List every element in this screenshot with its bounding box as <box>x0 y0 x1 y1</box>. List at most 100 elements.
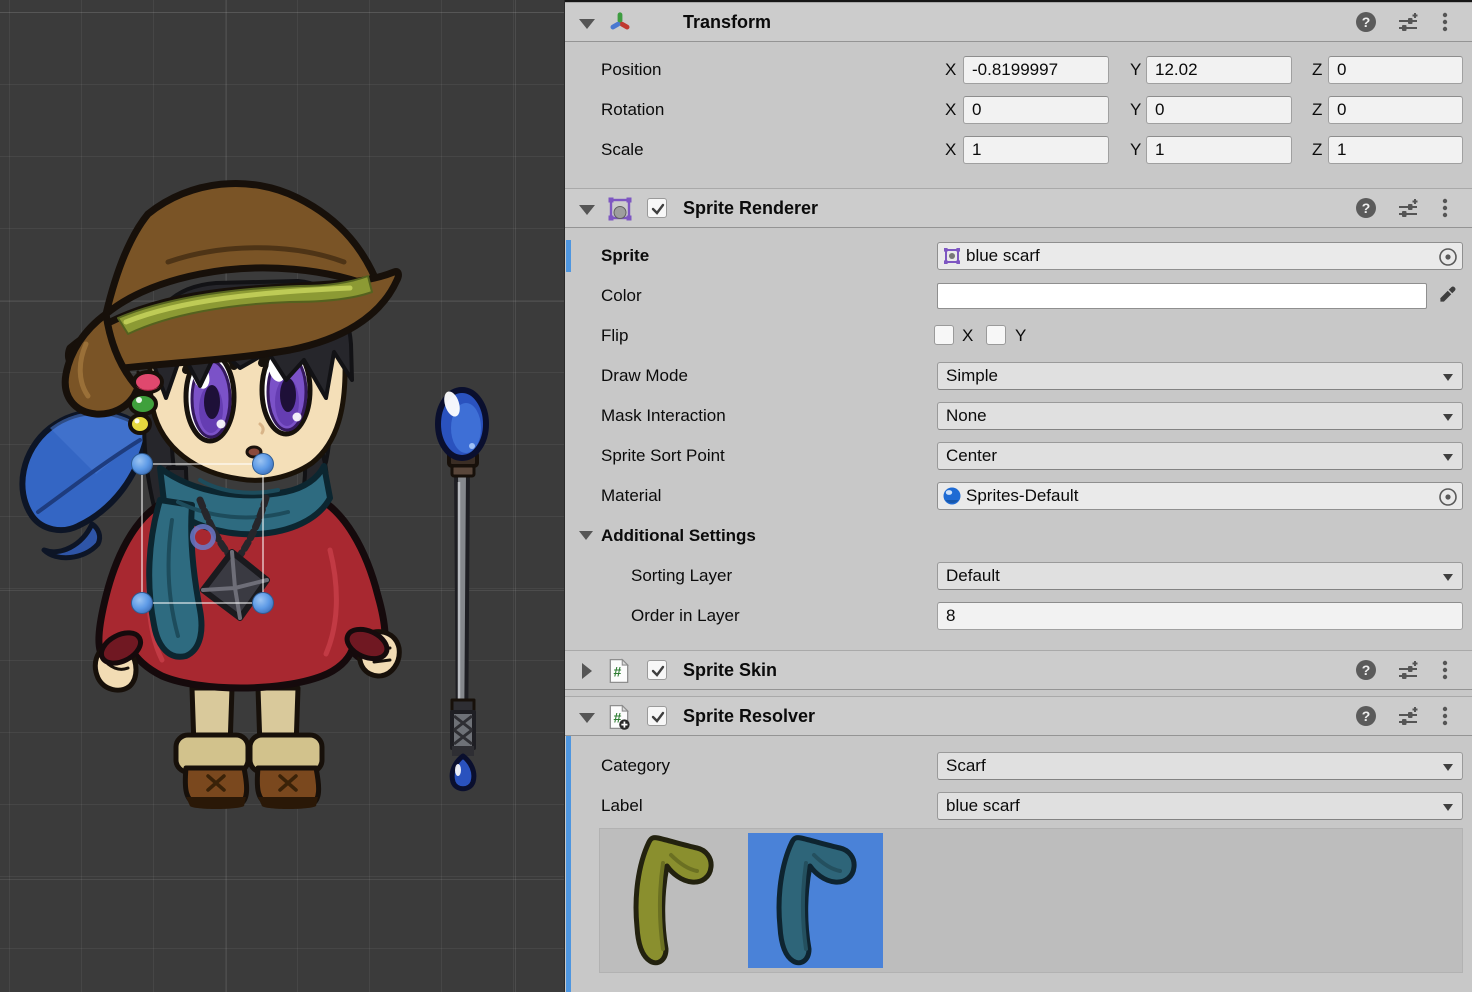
blue-scarf-sprite <box>748 833 883 968</box>
sprite-object-name: blue scarf <box>966 246 1040 265</box>
material-mini-icon <box>942 486 962 506</box>
svg-text:?: ? <box>1362 662 1371 678</box>
position-y-field[interactable]: 12.02 <box>1146 56 1292 84</box>
sprite-object-field[interactable]: blue scarf <box>937 242 1463 270</box>
category-row: Category Scarf <box>565 752 1472 780</box>
component-enabled-checkbox[interactable] <box>647 198 667 218</box>
position-row: Position X -0.8199997 Y 12.02 Z 0 <box>565 56 1472 84</box>
svg-text:#: # <box>613 663 621 679</box>
selection-handle-br[interactable] <box>253 593 274 614</box>
flip-row: Flip X Y <box>565 322 1472 350</box>
sprite-row: Sprite blue scarf <box>565 242 1472 270</box>
flip-y-checkbox[interactable] <box>986 325 1006 345</box>
sprite-sort-point-dropdown[interactable]: Center <box>937 442 1463 470</box>
help-icon[interactable]: ? <box>1355 659 1379 683</box>
script-icon: # <box>607 658 631 684</box>
label-dropdown[interactable]: blue scarf <box>937 792 1463 820</box>
prefab-override-bar <box>566 696 571 992</box>
mask-interaction-dropdown[interactable]: None <box>937 402 1463 430</box>
eyedropper-icon[interactable] <box>1437 285 1457 305</box>
color-swatch[interactable] <box>937 283 1427 309</box>
green-scarf-thumbnail[interactable] <box>605 833 740 968</box>
order-in-layer-field[interactable]: 8 <box>937 602 1463 630</box>
kebab-menu-icon[interactable] <box>1434 197 1458 221</box>
mask-interaction-row: Mask Interaction None <box>565 402 1472 430</box>
category-dropdown[interactable]: Scarf <box>937 752 1463 780</box>
position-x-field[interactable]: -0.8199997 <box>963 56 1109 84</box>
sprite-resolver-header[interactable]: # Sprite Resolver ? <box>565 696 1472 736</box>
help-icon[interactable]: ? <box>1355 197 1379 221</box>
inspector-panel: Transform ? Position X -0.8199997 Y 12.0… <box>564 0 1472 992</box>
draw-mode-row: Draw Mode Simple <box>565 362 1472 390</box>
category-label: Category <box>601 752 670 780</box>
foldout-open-icon[interactable] <box>579 205 595 215</box>
selection-handle-tr[interactable] <box>253 454 274 475</box>
order-in-layer-label: Order in Layer <box>631 602 740 630</box>
axis-y-label: Y <box>1130 96 1141 124</box>
foldout-open-icon[interactable] <box>579 19 595 29</box>
sprite-renderer-header[interactable]: Sprite Renderer ? <box>565 188 1472 228</box>
scale-row: Scale X 1 Y 1 Z 1 <box>565 136 1472 164</box>
object-picker-icon[interactable] <box>1437 486 1459 508</box>
component-enabled-checkbox[interactable] <box>647 660 667 680</box>
presets-icon[interactable] <box>1396 11 1420 35</box>
material-row: Material Sprites-Default <box>565 482 1472 510</box>
draw-mode-dropdown[interactable]: Simple <box>937 362 1463 390</box>
component-enabled-checkbox[interactable] <box>647 706 667 726</box>
sprite-staff[interactable] <box>438 389 486 788</box>
rotation-y-field[interactable]: 0 <box>1146 96 1292 124</box>
additional-settings-title: Additional Settings <box>601 522 756 550</box>
rotation-label: Rotation <box>601 96 664 124</box>
position-z-field[interactable]: 0 <box>1328 56 1463 84</box>
component-title: Sprite Renderer <box>683 189 818 227</box>
sprite-skin-header[interactable]: # Sprite Skin ? <box>565 650 1472 690</box>
draw-mode-label: Draw Mode <box>601 362 688 390</box>
sorting-layer-dropdown[interactable]: Default <box>937 562 1463 590</box>
foldout-open-icon[interactable] <box>579 713 595 723</box>
scene-viewport[interactable] <box>0 0 564 992</box>
presets-icon[interactable] <box>1396 659 1420 683</box>
green-scarf-sprite <box>605 833 740 968</box>
legs <box>176 688 322 809</box>
rotation-z-field[interactable]: 0 <box>1328 96 1463 124</box>
kebab-menu-icon[interactable] <box>1434 705 1458 729</box>
presets-icon[interactable] <box>1396 197 1420 221</box>
axis-x-label: X <box>945 56 956 84</box>
sprite-character[interactable] <box>22 183 399 809</box>
scale-y-field[interactable]: 1 <box>1146 136 1292 164</box>
selection-handle-bl[interactable] <box>132 593 153 614</box>
flip-label: Flip <box>601 322 628 350</box>
transform-header[interactable]: Transform ? <box>565 2 1472 42</box>
sorting-layer-row: Sorting Layer Default <box>565 562 1472 590</box>
kebab-menu-icon[interactable] <box>1434 659 1458 683</box>
kebab-menu-icon[interactable] <box>1434 11 1458 35</box>
blue-scarf-thumbnail-selected[interactable] <box>748 833 883 968</box>
svg-text:?: ? <box>1362 200 1371 216</box>
sorting-layer-label: Sorting Layer <box>631 562 732 590</box>
transform-icon <box>607 10 633 36</box>
foldout-collapsed-icon[interactable] <box>582 663 592 679</box>
material-object-field[interactable]: Sprites-Default <box>937 482 1463 510</box>
axis-z-label: Z <box>1312 56 1322 84</box>
flip-x-label: X <box>962 322 973 350</box>
selection-handle-tl[interactable] <box>132 454 153 475</box>
scale-z-field[interactable]: 1 <box>1328 136 1463 164</box>
presets-icon[interactable] <box>1396 705 1420 729</box>
label-row: Label blue scarf <box>565 792 1472 820</box>
axis-y-label: Y <box>1130 56 1141 84</box>
sprite-renderer-icon <box>607 196 633 222</box>
axis-x-label: X <box>945 136 956 164</box>
sprite-mini-icon <box>942 246 962 266</box>
component-title: Sprite Resolver <box>683 697 815 735</box>
flip-x-checkbox[interactable] <box>934 325 954 345</box>
label-label: Label <box>601 792 643 820</box>
help-icon[interactable]: ? <box>1355 705 1379 729</box>
component-title: Transform <box>683 3 771 41</box>
sprite-label: Sprite <box>601 242 649 270</box>
sprite-sort-point-label: Sprite Sort Point <box>601 442 725 470</box>
scale-x-field[interactable]: 1 <box>963 136 1109 164</box>
rotation-x-field[interactable]: 0 <box>963 96 1109 124</box>
object-picker-icon[interactable] <box>1437 246 1459 268</box>
help-icon[interactable]: ? <box>1355 11 1379 35</box>
foldout-open-icon[interactable] <box>579 531 593 540</box>
